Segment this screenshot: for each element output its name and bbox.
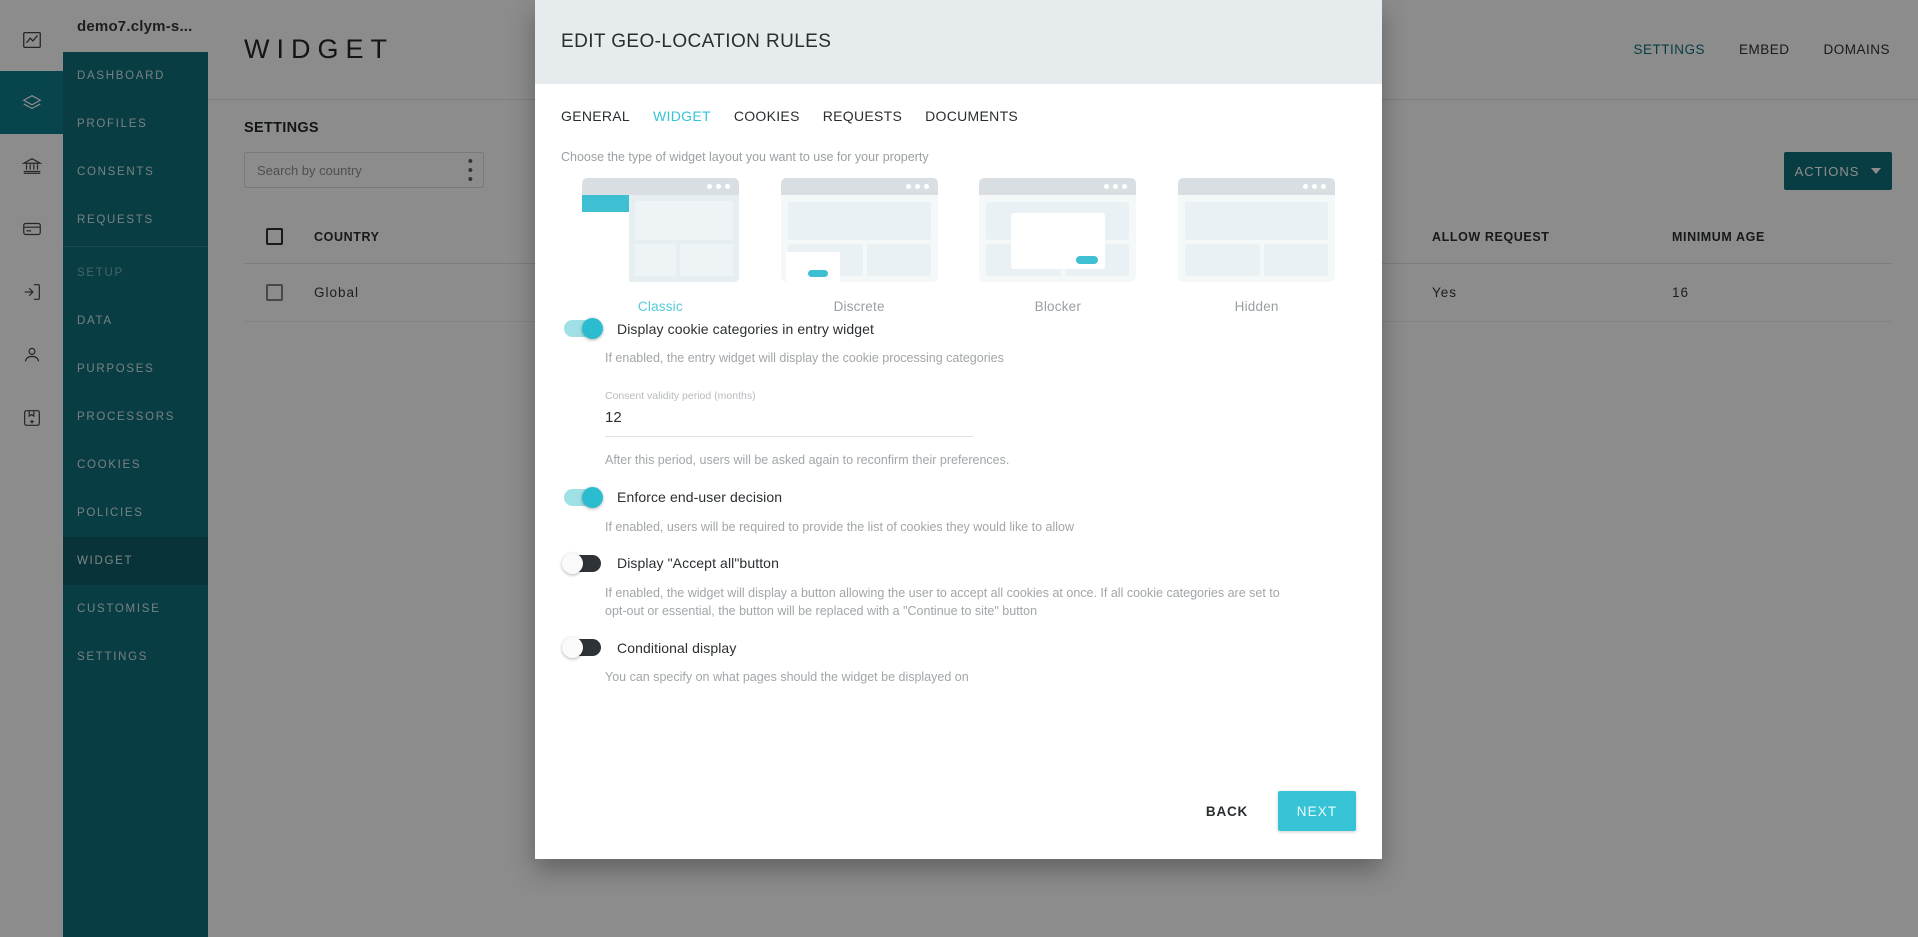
consent-validity-help: After this period, users will be asked a… <box>605 452 1010 467</box>
setting-description: If enabled, the entry widget will displa… <box>605 351 1004 365</box>
window-dot-icon <box>715 184 721 189</box>
setting-display-accept-all-button: Display "Accept all"button If enabled, t… <box>561 552 1356 622</box>
thumbnail-titlebar <box>1178 178 1336 195</box>
setting-label: Conditional display <box>617 639 737 656</box>
setting-description: If enabled, users will be required to pr… <box>605 519 1075 534</box>
dialog-header: EDIT GEO-LOCATION RULES <box>535 0 1382 84</box>
setting-header: Display cookie categories in entry widge… <box>564 318 1356 339</box>
toggle-enforce-end-user-decision[interactable] <box>564 486 603 508</box>
window-dot-icon <box>706 184 712 189</box>
setting-label: Enforce end-user decision <box>617 489 783 506</box>
layout-thumbnail-hidden <box>1178 178 1336 282</box>
consent-validity-input[interactable]: 12 <box>605 409 973 437</box>
dialog-tab-documents[interactable]: DOCUMENTS <box>925 108 1018 124</box>
layout-thumbnail-blocker <box>979 178 1137 282</box>
setting-header: Enforce end-user decision <box>564 486 1356 508</box>
dialog-footer: BACK NEXT <box>535 763 1382 859</box>
layout-option-blocker[interactable]: Blocker <box>959 178 1158 314</box>
dialog-title: EDIT GEO-LOCATION RULES <box>561 31 832 52</box>
layout-hint: Choose the type of widget layout you wan… <box>561 150 929 164</box>
toggle-knob <box>582 318 603 339</box>
setting-label: Display "Accept all"button <box>617 555 779 571</box>
toggle-display-cookie-categories[interactable] <box>564 318 603 339</box>
edit-geo-location-rules-dialog: EDIT GEO-LOCATION RULES GENERAL WIDGET C… <box>535 0 1382 859</box>
toggle-knob <box>562 637 583 658</box>
dialog-body: GENERAL WIDGET COOKIES REQUESTS DOCUMENT… <box>535 84 1382 763</box>
dialog-tab-cookies[interactable]: COOKIES <box>734 108 800 124</box>
widget-layout-options: Classic Discrete Blocker Hidden <box>561 178 1356 314</box>
thumbnail-titlebar <box>780 178 938 195</box>
consent-validity-field[interactable]: Consent validity period (months) 12 <box>605 390 973 437</box>
window-dot-icon <box>724 184 730 189</box>
dialog-tab-general[interactable]: GENERAL <box>561 108 630 124</box>
consent-validity-label: Consent validity period (months) <box>605 389 756 402</box>
layout-label-classic: Classic <box>637 299 683 314</box>
next-button[interactable]: NEXT <box>1278 791 1356 831</box>
setting-description: You can specify on what pages should the… <box>605 670 969 684</box>
window-dot-icon <box>1312 184 1318 189</box>
window-dot-icon <box>914 184 920 189</box>
window-dot-icon <box>923 184 929 189</box>
setting-conditional-display: Conditional display You can specify on w… <box>561 637 1356 687</box>
layout-option-classic[interactable]: Classic <box>561 178 760 314</box>
window-dot-icon <box>1303 184 1309 189</box>
layout-label-blocker: Blocker <box>1034 299 1082 314</box>
layout-label-hidden: Hidden <box>1234 299 1279 314</box>
dialog-tab-requests[interactable]: REQUESTS <box>823 108 902 124</box>
back-button[interactable]: BACK <box>1190 791 1264 831</box>
layout-option-discrete[interactable]: Discrete <box>760 178 959 314</box>
thumbnail-titlebar <box>979 178 1137 195</box>
dialog-tab-widget[interactable]: WIDGET <box>653 108 711 124</box>
setting-header: Display "Accept all"button <box>562 552 1356 574</box>
thumbnail-titlebar <box>581 178 739 195</box>
setting-enforce-end-user-decision: Enforce end-user decision If enabled, us… <box>561 486 1356 537</box>
window-dot-icon <box>905 184 911 189</box>
setting-header: Conditional display <box>562 637 1356 658</box>
setting-display-cookie-categories: Display cookie categories in entry widge… <box>561 318 1356 467</box>
toggle-knob <box>562 552 583 574</box>
setting-description: If enabled, the widget will display a bu… <box>605 585 1280 619</box>
layout-option-hidden[interactable]: Hidden <box>1157 178 1356 314</box>
layout-thumbnail-classic <box>581 178 739 282</box>
toggle-display-accept-all-button[interactable] <box>562 552 601 574</box>
layout-label-discrete: Discrete <box>833 299 885 314</box>
toggle-knob <box>582 486 603 508</box>
window-dot-icon <box>1122 184 1128 189</box>
dialog-tabs: GENERAL WIDGET COOKIES REQUESTS DOCUMENT… <box>561 108 1356 124</box>
toggle-conditional-display[interactable] <box>562 637 601 658</box>
window-dot-icon <box>1321 184 1327 189</box>
window-dot-icon <box>1113 184 1119 189</box>
setting-label: Display cookie categories in entry widge… <box>617 320 875 337</box>
layout-thumbnail-discrete <box>780 178 938 282</box>
window-dot-icon <box>1104 184 1110 189</box>
